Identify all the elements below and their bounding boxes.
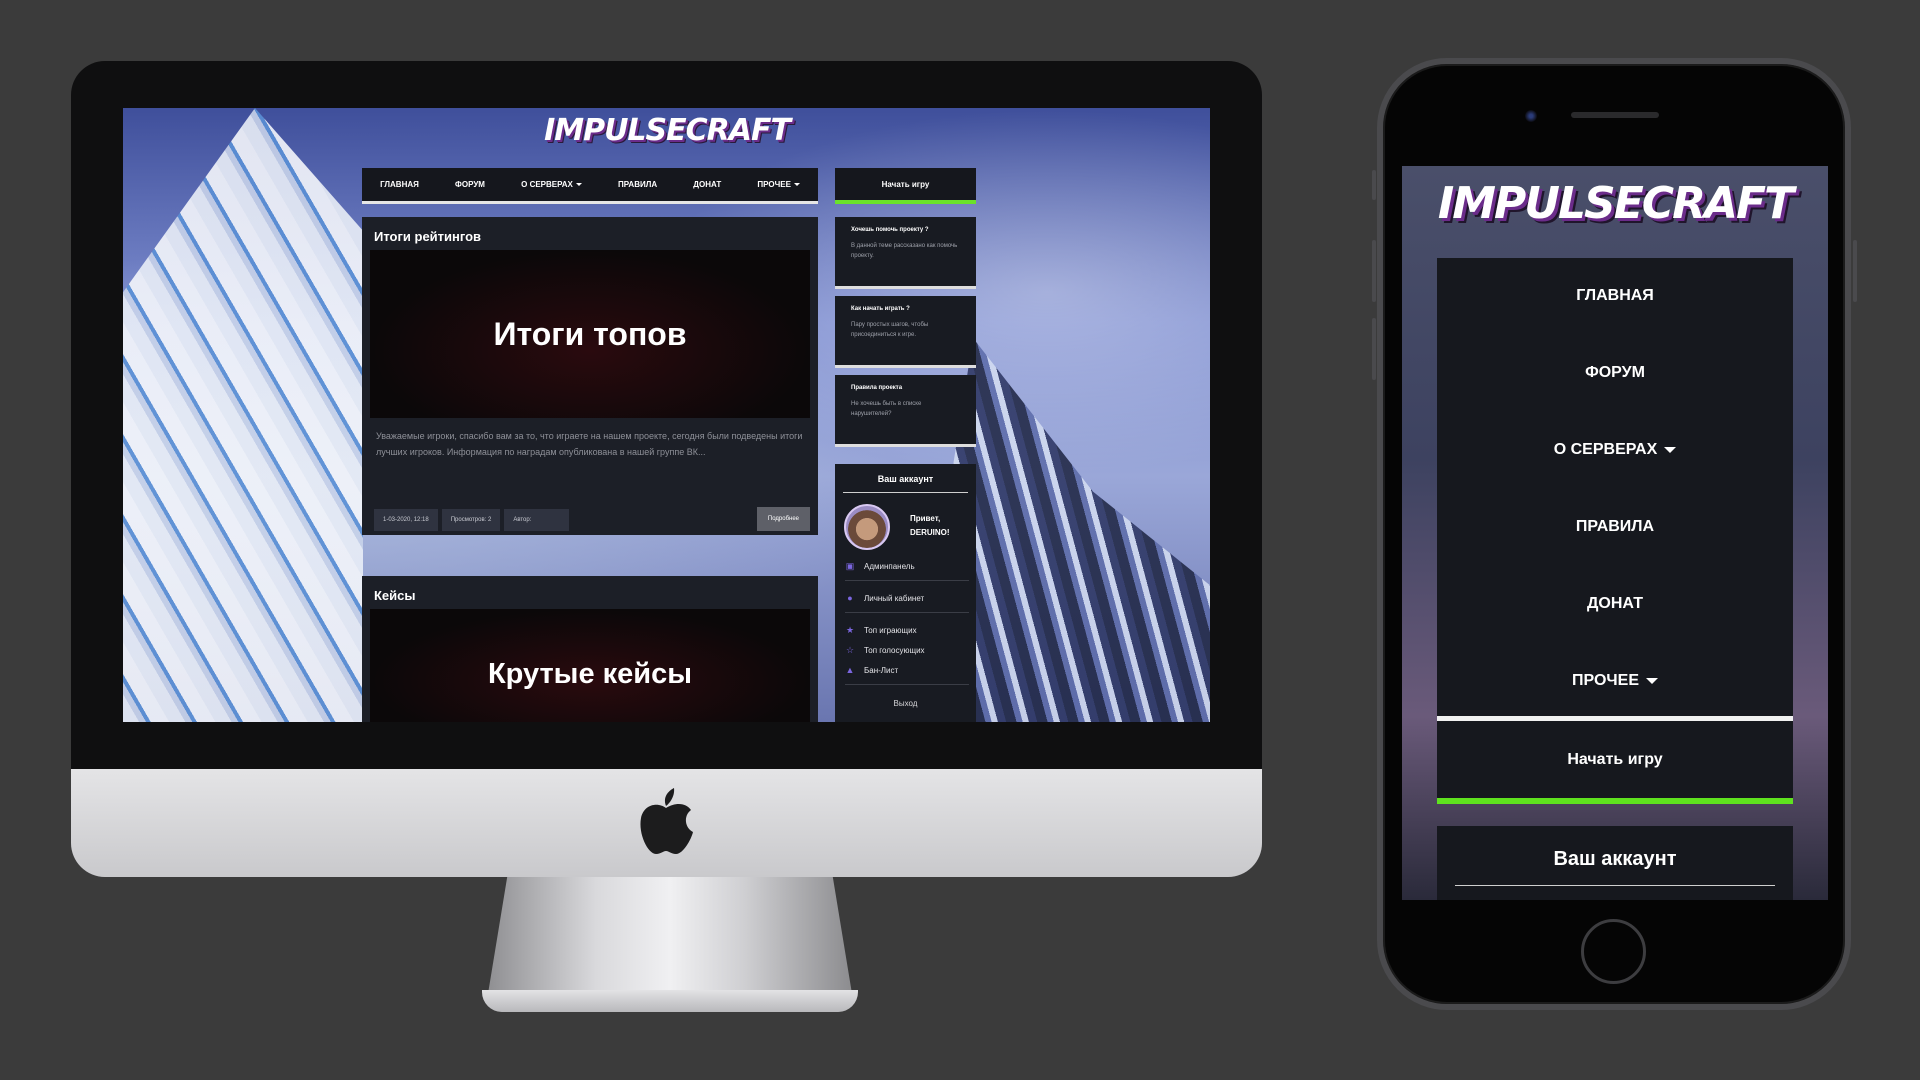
start-game-button[interactable]: Начать игру — [835, 168, 976, 204]
side-card-title: Как начать играть ? — [851, 306, 910, 312]
nav-servers-label: О СЕРВЕРАХ — [521, 180, 573, 189]
nav-other-label: ПРОЧЕЕ — [757, 180, 791, 189]
news-views: Просмотров: 2 — [441, 509, 501, 531]
account-widget: Ваш аккаунт Привет, DERUINO! ▣ Админпане… — [835, 464, 976, 722]
avatar[interactable] — [844, 504, 890, 550]
account-title: Ваш аккаунт — [1455, 826, 1775, 886]
account-widget: Ваш аккаунт — [1437, 826, 1793, 900]
account-item-label: Бан-Лист — [864, 665, 899, 675]
account-item-top-voters[interactable]: ☆ Топ голосующих — [845, 645, 969, 656]
site-logo[interactable]: IMPULSECRAFT — [1402, 178, 1828, 229]
database-icon: ▣ — [845, 561, 855, 571]
home-button[interactable] — [1581, 919, 1646, 984]
site-logo[interactable]: IMPULSECRAFT — [535, 113, 799, 148]
star-icon: ★ — [845, 625, 855, 635]
phone-power-button — [1853, 240, 1857, 302]
news-banner-text: Крутые кейсы — [487, 658, 693, 690]
users-icon: ▲ — [845, 665, 855, 675]
side-card-text: Не хочешь быть в списке нарушителей? — [851, 401, 922, 417]
side-card-title: Правила проекта — [851, 385, 903, 391]
chevron-down-icon — [575, 183, 582, 187]
nav-servers-label: О СЕРВЕРАХ — [1553, 441, 1658, 458]
camera-icon — [1525, 110, 1537, 122]
news-excerpt: Уважаемые игроки, спасибо вам за то, что… — [376, 431, 803, 457]
news-meta: 1-03-2020, 12:18 Просмотров: 2 Автор: — [374, 509, 570, 531]
divider — [845, 580, 969, 581]
divider — [845, 612, 969, 613]
side-card-rules[interactable]: Правила проекта Не хочешь быть в списке … — [835, 375, 976, 447]
nav-other-label: ПРОЧЕЕ — [1572, 672, 1639, 689]
start-game-button[interactable]: Начать игру — [1437, 721, 1793, 804]
phone-speaker — [1571, 112, 1659, 118]
chevron-down-icon — [793, 183, 800, 187]
side-card-text: Пару простых шагов, чтобы присоединиться… — [851, 322, 929, 338]
read-more-button[interactable]: Подробнее — [756, 507, 810, 531]
divider — [845, 684, 969, 685]
greeting: Привет, DERUINO! — [910, 512, 950, 540]
username: DERUINO! — [910, 528, 950, 537]
nav-rules[interactable]: ПРАВИЛА — [618, 180, 657, 189]
phone-volume-down — [1372, 318, 1376, 380]
background-ice-left — [123, 108, 363, 722]
user-icon: ● — [847, 593, 853, 603]
news-banner[interactable]: Крутые кейсы — [370, 609, 810, 722]
mobile-nav: ГЛАВНАЯ ФОРУМ О СЕРВЕРАХ ПРАВИЛА ДОНАТ П… — [1437, 258, 1793, 721]
nav-other[interactable]: ПРОЧЕЕ — [757, 180, 800, 189]
imac-stand-base — [482, 990, 858, 1012]
nav-servers[interactable]: О СЕРВЕРАХ — [1437, 441, 1793, 459]
nav-other[interactable]: ПРОЧЕЕ — [1437, 672, 1793, 690]
news-banner[interactable]: Итоги топов — [370, 250, 810, 418]
side-card-title: Хочешь помочь проекту ? — [851, 227, 929, 233]
star-outline-icon: ☆ — [845, 645, 855, 655]
account-item-top-players[interactable]: ★ Топ играющих — [845, 625, 969, 636]
nav-home[interactable]: ГЛАВНАЯ — [1437, 287, 1793, 305]
news-title[interactable]: Кейсы — [362, 576, 818, 609]
logout-link[interactable]: Выход — [835, 699, 976, 708]
mobile-screen: IMPULSECRAFT ГЛАВНАЯ ФОРУМ О СЕРВЕРАХ ПР… — [1402, 166, 1828, 900]
side-card-start[interactable]: Как начать играть ? Пару простых шагов, … — [835, 296, 976, 368]
news-author: Автор: — [504, 509, 570, 531]
desktop-screen: IMPULSECRAFT ГЛАВНАЯ ФОРУМ О СЕРВЕРАХ ПР… — [123, 108, 1210, 722]
news-title[interactable]: Итоги рейтингов — [362, 217, 818, 250]
greeting-text: Привет, — [910, 514, 941, 523]
news-date: 1-03-2020, 12:18 — [374, 509, 438, 531]
account-item-label: Личный кабинет — [864, 593, 925, 603]
main-nav: ГЛАВНАЯ ФОРУМ О СЕРВЕРАХ ПРАВИЛА ДОНАТ П… — [362, 168, 818, 204]
news-card: Итоги рейтингов Итоги топов Уважаемые иг… — [362, 217, 818, 535]
chevron-down-icon — [1646, 677, 1658, 684]
nav-servers[interactable]: О СЕРВЕРАХ — [521, 180, 582, 189]
phone-mute-switch — [1372, 170, 1376, 200]
account-item-admin[interactable]: ▣ Админпанель — [845, 561, 969, 572]
account-item-label: Топ голосующих — [864, 646, 925, 655]
chevron-down-icon — [1664, 446, 1677, 453]
account-title: Ваш аккаунт — [843, 464, 968, 493]
news-banner-text: Итоги топов — [493, 315, 687, 352]
nav-donate[interactable]: ДОНАТ — [693, 180, 721, 189]
nav-forum[interactable]: ФОРУМ — [455, 180, 485, 189]
side-card-help[interactable]: Хочешь помочь проекту ? В данной теме ра… — [835, 217, 976, 289]
account-item-label: Топ играющих — [864, 626, 917, 635]
account-item-cabinet[interactable]: ● Личный кабинет — [845, 593, 969, 603]
news-card: Кейсы Крутые кейсы — [362, 576, 818, 722]
phone-volume-up — [1372, 240, 1376, 302]
nav-home[interactable]: ГЛАВНАЯ — [380, 180, 419, 189]
account-item-banlist[interactable]: ▲ Бан-Лист — [845, 665, 969, 675]
nav-forum[interactable]: ФОРУМ — [1437, 364, 1793, 382]
account-item-label: Админпанель — [864, 562, 915, 571]
apple-logo-icon — [640, 788, 693, 854]
side-card-text: В данной теме рассказано как помочь прое… — [851, 243, 958, 259]
nav-donate[interactable]: ДОНАТ — [1437, 595, 1793, 613]
nav-rules[interactable]: ПРАВИЛА — [1437, 518, 1793, 536]
